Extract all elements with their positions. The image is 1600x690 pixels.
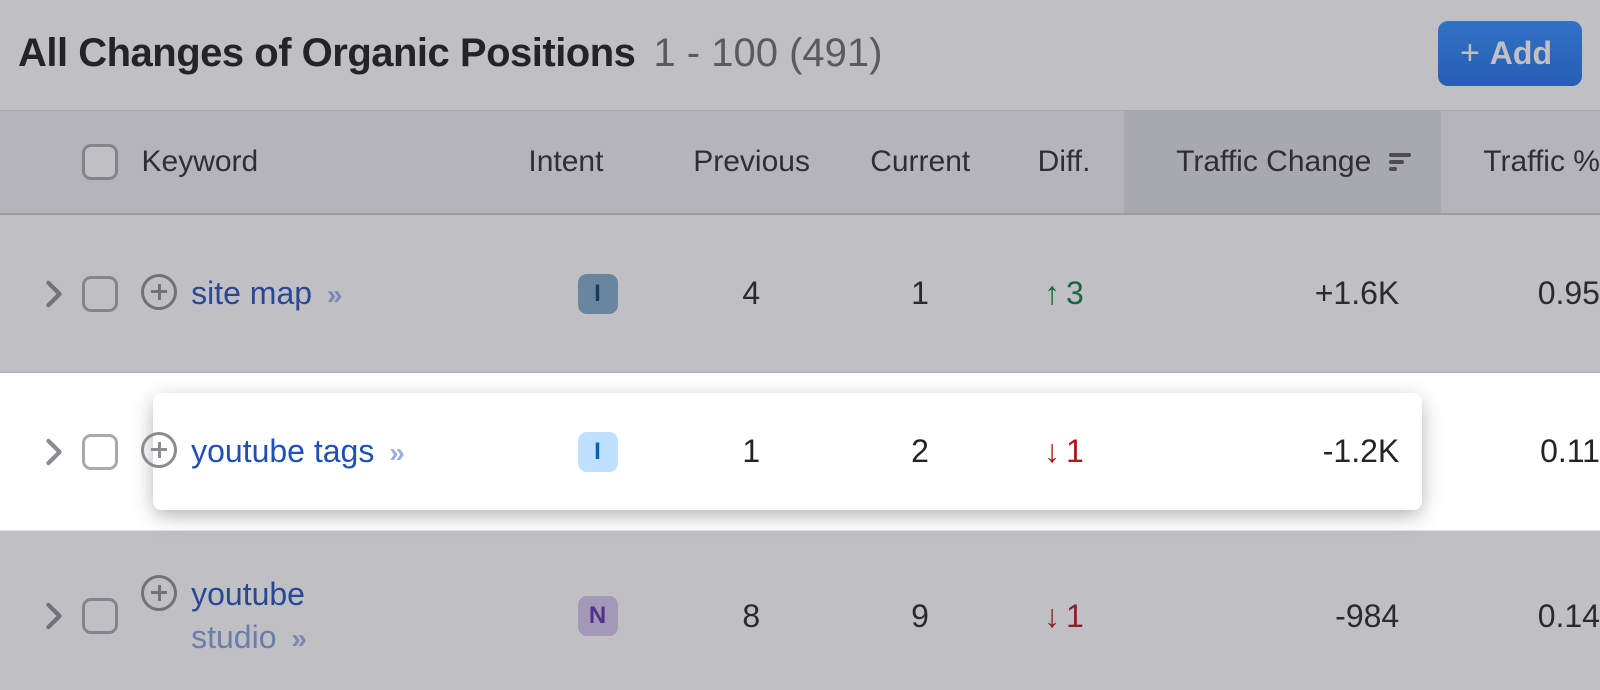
col-diff[interactable]: Diff. bbox=[1005, 145, 1124, 179]
keyword-link-line2[interactable]: studio » bbox=[191, 616, 305, 659]
col-traffic-pct[interactable]: Traffic % bbox=[1441, 145, 1600, 179]
row-checkbox-cell[interactable] bbox=[82, 276, 142, 312]
table-row: youtube tags »I12↓1-1.2K0.11 bbox=[0, 373, 1600, 531]
add-button[interactable]: + Add bbox=[1438, 21, 1582, 86]
intent-badge: N bbox=[578, 596, 618, 636]
add-keyword-icon[interactable] bbox=[141, 575, 177, 611]
open-serp-icon[interactable]: » bbox=[327, 279, 339, 310]
add-button-label: Add bbox=[1490, 35, 1552, 72]
expand-row-button[interactable] bbox=[26, 602, 82, 630]
traffic-change-cell: -984 bbox=[1123, 598, 1441, 635]
arrow-up-icon: ↑ bbox=[1044, 275, 1060, 312]
current-cell: 2 bbox=[836, 433, 1005, 470]
intent-badge: I bbox=[578, 274, 618, 314]
keyword-link[interactable]: site map » bbox=[191, 272, 338, 315]
sort-desc-icon bbox=[1389, 153, 1411, 171]
diff-value: 3 bbox=[1066, 275, 1084, 312]
current-cell: 9 bbox=[836, 598, 1005, 635]
page-range: 1 - 100 (491) bbox=[653, 31, 882, 76]
diff-cell: ↑3 bbox=[1004, 275, 1123, 312]
keyword-cell: site map » bbox=[141, 272, 528, 315]
add-keyword-icon[interactable] bbox=[141, 274, 177, 310]
row-checkbox[interactable] bbox=[82, 598, 118, 634]
page-title: All Changes of Organic Positions bbox=[18, 31, 635, 76]
col-current[interactable]: Current bbox=[836, 145, 1005, 179]
expand-row-button[interactable] bbox=[26, 280, 82, 308]
table-row: youtubestudio »N89↓1-9840.14 bbox=[0, 531, 1600, 690]
table-body: site map »I41↑3+1.6K0.95youtube tags »I1… bbox=[0, 215, 1600, 690]
select-all-checkbox[interactable] bbox=[82, 144, 118, 180]
intent-cell: I bbox=[528, 274, 667, 314]
col-traffic-change-label: Traffic Change bbox=[1176, 145, 1371, 179]
col-previous[interactable]: Previous bbox=[667, 145, 836, 179]
row-checkbox[interactable] bbox=[82, 276, 118, 312]
previous-cell: 4 bbox=[667, 275, 836, 312]
table-row: site map »I41↑3+1.6K0.95 bbox=[0, 215, 1600, 373]
table-header: Keyword Intent Previous Current Diff. Tr… bbox=[0, 110, 1600, 215]
title-group: All Changes of Organic Positions 1 - 100… bbox=[18, 31, 882, 76]
traffic-pct-cell: 0.95 bbox=[1441, 275, 1600, 312]
diff-value: 1 bbox=[1066, 433, 1084, 470]
select-all-cell[interactable] bbox=[82, 144, 142, 180]
keyword-link[interactable]: youtube bbox=[191, 573, 305, 616]
current-cell: 1 bbox=[836, 275, 1005, 312]
expand-row-button[interactable] bbox=[26, 438, 82, 466]
previous-cell: 8 bbox=[667, 598, 836, 635]
row-checkbox-cell[interactable] bbox=[82, 598, 142, 634]
col-keyword[interactable]: Keyword bbox=[142, 145, 529, 179]
diff-cell: ↓1 bbox=[1004, 433, 1123, 470]
previous-cell: 1 bbox=[667, 433, 836, 470]
intent-badge: I bbox=[578, 432, 618, 472]
arrow-down-icon: ↓ bbox=[1044, 598, 1060, 635]
keyword-cell: youtubestudio » bbox=[141, 573, 528, 659]
traffic-change-cell: +1.6K bbox=[1123, 275, 1441, 312]
diff-cell: ↓1 bbox=[1004, 598, 1123, 635]
row-checkbox-cell[interactable] bbox=[82, 434, 142, 470]
col-intent[interactable]: Intent bbox=[528, 145, 667, 179]
traffic-change-cell: -1.2K bbox=[1123, 433, 1441, 470]
row-checkbox[interactable] bbox=[82, 434, 118, 470]
keyword-link[interactable]: youtube tags » bbox=[191, 430, 401, 473]
arrow-down-icon: ↓ bbox=[1044, 433, 1060, 470]
traffic-pct-cell: 0.11 bbox=[1441, 433, 1600, 470]
add-keyword-icon[interactable] bbox=[141, 432, 177, 468]
intent-cell: N bbox=[528, 596, 667, 636]
traffic-pct-cell: 0.14 bbox=[1441, 598, 1600, 635]
page-header: All Changes of Organic Positions 1 - 100… bbox=[0, 0, 1600, 110]
plus-icon: + bbox=[1460, 36, 1480, 70]
diff-value: 1 bbox=[1066, 598, 1084, 635]
col-traffic-change[interactable]: Traffic Change bbox=[1124, 111, 1442, 213]
open-serp-icon[interactable]: » bbox=[291, 623, 303, 654]
open-serp-icon[interactable]: » bbox=[389, 437, 401, 468]
keyword-cell: youtube tags » bbox=[141, 430, 528, 473]
intent-cell: I bbox=[528, 432, 667, 472]
